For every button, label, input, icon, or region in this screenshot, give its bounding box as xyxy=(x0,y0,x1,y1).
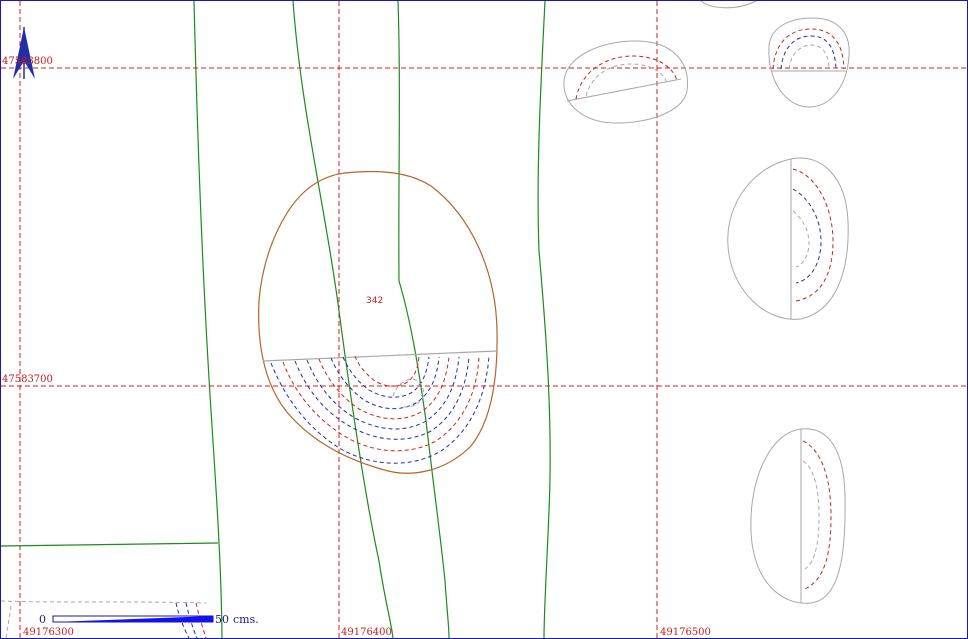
contour-line-right-center xyxy=(397,1,450,638)
contour-line-right xyxy=(537,1,551,638)
map-drawing: 342 47583800 47583700 49176300 49176400 … xyxy=(1,1,967,638)
feature-342-label: 342 xyxy=(366,296,383,306)
north-arrow-icon xyxy=(13,27,35,79)
pit-top-left[interactable] xyxy=(563,40,688,124)
grid-label-x-49176500: 49176500 xyxy=(660,627,711,638)
feature-342-section-line xyxy=(262,350,498,362)
grid-lines xyxy=(1,1,967,638)
map-canvas[interactable]: 342 47583800 47583700 49176300 49176400 … xyxy=(0,0,968,639)
contour-line-bottom xyxy=(1,542,219,547)
grid-label-y-47583800: 47583800 xyxy=(2,56,53,67)
grid-label-y-47583700: 47583700 xyxy=(2,374,53,385)
pit-bottom-right[interactable] xyxy=(750,428,846,604)
feature-342[interactable]: 342 xyxy=(258,170,498,474)
pit-top-edge xyxy=(700,1,757,9)
pit-bottom-right-outline xyxy=(750,428,846,604)
scale-bar-start-label: 0 xyxy=(39,613,46,626)
feature-342-outline xyxy=(258,170,498,474)
pit-middle-right[interactable] xyxy=(727,157,849,320)
pit-top-left-outline xyxy=(563,40,688,124)
contour-line-center xyxy=(292,1,394,638)
scale-bar-end-label: 50 xyxy=(215,613,229,626)
pit-top-right[interactable] xyxy=(768,17,850,108)
contour-lines xyxy=(1,1,551,638)
grid-label-x-49176400: 49176400 xyxy=(341,627,392,638)
scale-bar-unit-label: cms. xyxy=(233,613,259,626)
grid-label-x-49176300: 49176300 xyxy=(23,627,74,638)
scale-bar: 0 50 cms. xyxy=(39,613,259,626)
pit-middle-right-outline xyxy=(727,157,849,320)
pit-top-right-outline xyxy=(768,17,850,108)
feature-342-hatching xyxy=(270,355,490,464)
